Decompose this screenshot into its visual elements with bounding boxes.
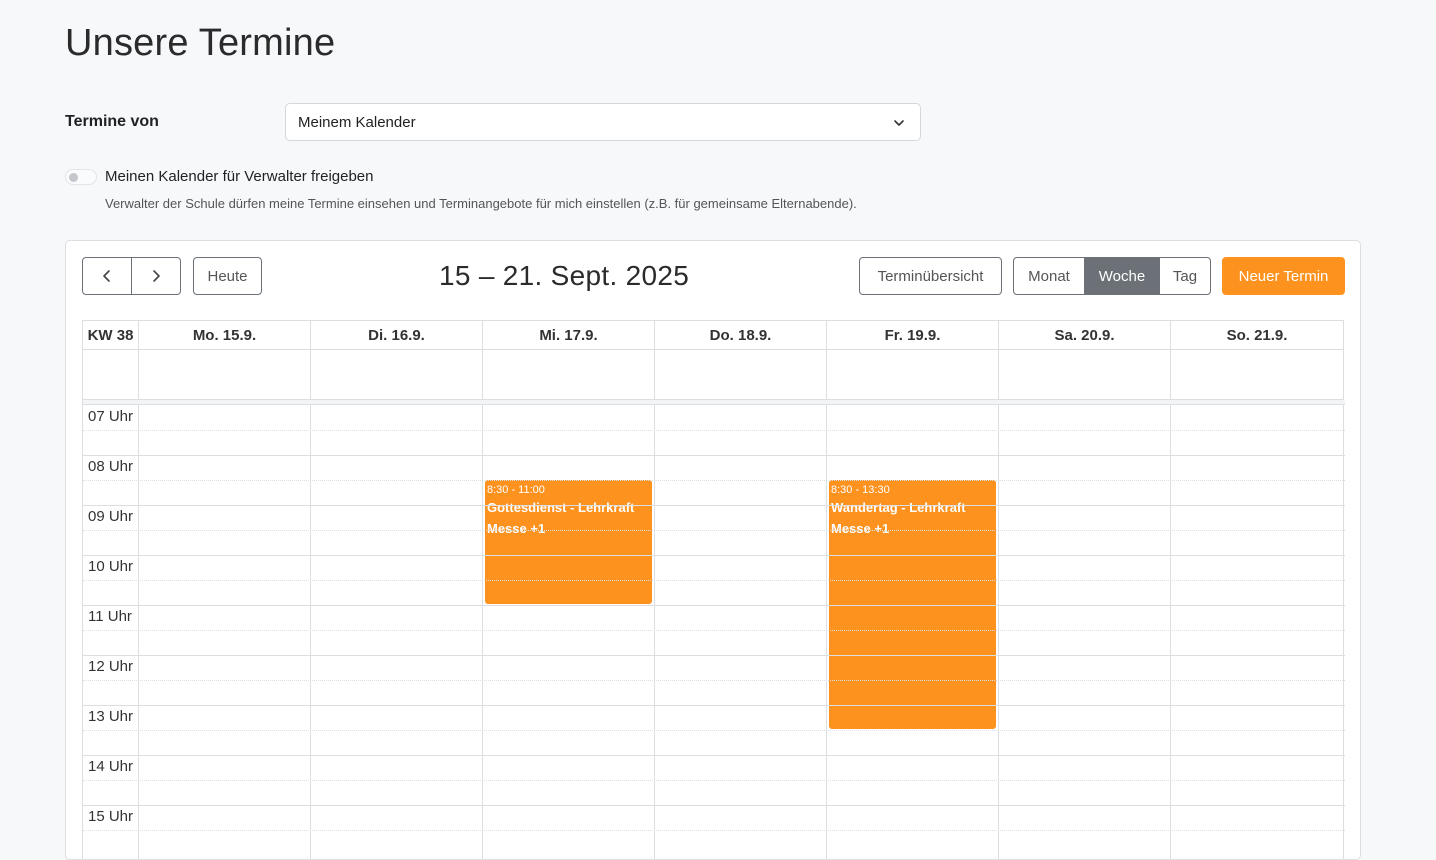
day-column-line: [1170, 405, 1171, 859]
day-column-line: [138, 405, 139, 859]
half-hour-line: [83, 480, 1345, 481]
calendar-source-value: Meinem Kalender: [298, 113, 416, 131]
event-title: Gottesdienst - Lehrkraft: [487, 500, 635, 515]
allday-cell[interactable]: [999, 350, 1171, 400]
hour-line: [83, 455, 1345, 456]
allday-cell[interactable]: [311, 350, 483, 400]
chevron-left-icon: [103, 270, 110, 282]
event-gottesdienst[interactable]: 8:30 - 11:00 Gottesdienst - Lehrkraft Me…: [485, 480, 652, 604]
hour-line: [83, 505, 1345, 506]
half-hour-line: [83, 780, 1345, 781]
event-extra: Messe +1: [831, 521, 890, 536]
day-header-sun[interactable]: So. 21.9.: [1171, 321, 1344, 350]
event-time: 8:30 - 11:00: [487, 484, 545, 496]
previous-week-button[interactable]: [82, 257, 132, 295]
hour-label: 08 Uhr: [88, 458, 134, 475]
day-column-line: [482, 405, 483, 859]
allday-cell[interactable]: [139, 350, 311, 400]
day-column-line: [654, 405, 655, 859]
hour-label: 09 Uhr: [88, 508, 134, 525]
hour-label: 14 Uhr: [88, 758, 134, 775]
day-header-wed[interactable]: Mi. 17.9.: [483, 321, 655, 350]
week-grid: KW 38 Mo. 15.9. Di. 16.9. Mi. 17.9. Do. …: [82, 320, 1345, 859]
week-number: KW 38: [83, 321, 139, 350]
half-hour-line: [83, 680, 1345, 681]
new-event-button[interactable]: Neuer Termin: [1222, 257, 1345, 295]
half-hour-line: [83, 580, 1345, 581]
date-range-title: 15 – 21. Sept. 2025: [439, 260, 690, 291]
next-week-button[interactable]: [131, 257, 181, 295]
allday-cell[interactable]: [483, 350, 655, 400]
view-month-button[interactable]: Monat: [1013, 257, 1085, 295]
page-title: Unsere Termine: [65, 22, 336, 64]
day-header-tue[interactable]: Di. 16.9.: [311, 321, 483, 350]
calendar-card: Heute 15 – 21. Sept. 2025 Terminübersich…: [65, 240, 1361, 860]
half-hour-line: [83, 530, 1345, 531]
day-column-line: [1343, 405, 1344, 859]
day-column-line: [310, 405, 311, 859]
allday-divider: [83, 400, 1345, 405]
hour-line: [83, 805, 1345, 806]
allday-cell[interactable]: [655, 350, 827, 400]
hour-line: [83, 555, 1345, 556]
allday-cell[interactable]: [1171, 350, 1344, 400]
hour-label: 11 Uhr: [88, 608, 132, 625]
share-calendar-toggle[interactable]: [65, 169, 97, 185]
day-header-sat[interactable]: Sa. 20.9.: [999, 321, 1171, 350]
day-column-line: [826, 405, 827, 859]
hour-label: 07 Uhr: [88, 408, 134, 425]
day-column-line: [998, 405, 999, 859]
chevron-right-icon: [153, 270, 160, 282]
share-calendar-help: Verwalter der Schule dürfen meine Termin…: [105, 196, 857, 211]
calendar-source-select[interactable]: Meinem Kalender: [285, 103, 921, 141]
hour-line: [83, 705, 1345, 706]
hour-label: 15 Uhr: [88, 808, 134, 825]
toggle-knob: [69, 173, 78, 182]
view-day-button[interactable]: Tag: [1159, 257, 1211, 295]
share-calendar-label: Meinen Kalender für Verwalter freigeben: [105, 168, 374, 185]
day-header-mon[interactable]: Mo. 15.9.: [139, 321, 311, 350]
hour-label: 13 Uhr: [88, 708, 134, 725]
half-hour-line: [83, 630, 1345, 631]
today-button[interactable]: Heute: [193, 257, 262, 295]
allday-label-cell: [83, 350, 139, 400]
event-title: Wandertag - Lehrkraft: [831, 500, 966, 515]
hour-line: [83, 605, 1345, 606]
half-hour-line: [83, 430, 1345, 431]
event-extra: Messe +1: [487, 521, 546, 536]
day-header-thu[interactable]: Do. 18.9.: [655, 321, 827, 350]
chevron-down-icon: [894, 120, 904, 126]
half-hour-line: [83, 830, 1345, 831]
event-time: 8:30 - 13:30: [831, 484, 890, 496]
hour-line: [83, 655, 1345, 656]
filter-label: Termine von: [65, 113, 159, 130]
allday-cell[interactable]: [827, 350, 999, 400]
hour-label: 12 Uhr: [88, 658, 134, 675]
overview-button[interactable]: Terminübersicht: [859, 257, 1002, 295]
view-week-button[interactable]: Woche: [1084, 257, 1160, 295]
half-hour-line: [83, 730, 1345, 731]
hour-line: [83, 755, 1345, 756]
hour-label: 10 Uhr: [88, 558, 134, 575]
day-header-fri[interactable]: Fr. 19.9.: [827, 321, 999, 350]
